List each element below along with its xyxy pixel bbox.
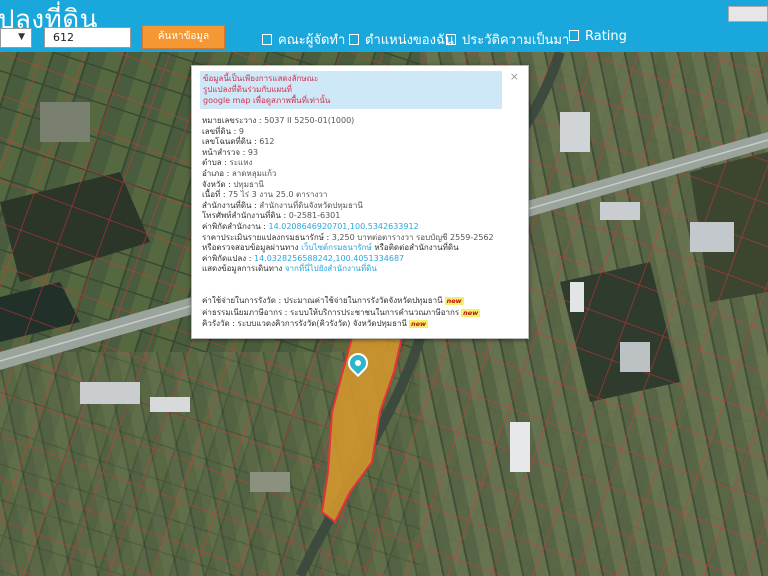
menu-item-history[interactable]: ประวัติความเป็นมา [446, 29, 569, 50]
menu-item-label: ตำแหน่งของฉัน [365, 33, 454, 48]
parcel-info-popup: × ข้อมูลนี้เป็นเพียงการแสดงลักษณะ รูปแปล… [191, 65, 529, 339]
parcel-details: หมายเลขระวาง : 5037 II 5250-01(1000) เลข… [202, 116, 522, 275]
checkbox-icon [446, 34, 456, 45]
menu-item-label: คณะผู้จัดทำ [278, 33, 346, 48]
field-deed-no: เลขโฉนดที่ดิน : 612 [202, 137, 275, 147]
notice-line: รูปแปลงที่ดินร่วมกับแผนที่ [203, 85, 292, 94]
top-bar: ปลงที่ดิน ▼ 612 ค้นหาข้อมูล คณะผู้จัดทำ … [0, 0, 768, 52]
disclaimer-notice: ข้อมูลนี้เป็นเพียงการแสดงลักษณะ รูปแปลงท… [200, 71, 502, 109]
parcel-coords-link[interactable]: 14.0328256588242,100.4051334687 [254, 254, 404, 263]
survey-queue-link[interactable]: ระบบแวดงคิวการรังวัด(คิวรังวัด) จังหวัดป… [238, 319, 407, 328]
field-land-no: เลขที่ดิน : 9 [202, 126, 244, 136]
tax-fee-link[interactable]: ระบบให้บริการประชาชนในการคำนวณภาษีอากร [290, 308, 459, 317]
new-badge: new [408, 320, 428, 328]
menu-item-label: Rating [585, 29, 627, 44]
field-appraisal: ราคาประเมินรายแปลงกรมธนารักษ์ : 3,250 บา… [202, 232, 494, 242]
link-row-tax-fee: ค่าธรรมเนียมภาษีอากร : ระบบให้บริการประช… [202, 307, 481, 317]
notice-line: ข้อมูลนี้เป็นเพียงการแสดงลักษณะ [203, 74, 319, 83]
field-survey-page: หน้าสำรวจ : 93 [202, 147, 259, 157]
link-row-survey-cost: ค่าใช้จ่ายในการรังวัด : ประมาณค่าใช้จ่าย… [202, 296, 464, 305]
menu-item-my-location[interactable]: ตำแหน่งของฉัน [349, 29, 454, 50]
checkbox-icon [349, 34, 359, 45]
new-badge: new [461, 308, 481, 317]
survey-cost-link[interactable]: ประมาณค่าใช้จ่ายในการรังวัดจังหวัดปทุมธา… [284, 296, 443, 305]
new-badge: new [444, 297, 464, 305]
field-subdistrict: ตำบล : ระแหง [202, 158, 253, 168]
checkbox-icon [262, 34, 272, 45]
field-parcel-coords: ค่าพิกัดแปลง : 14.0328256588242,100.4051… [202, 253, 405, 263]
notice-line: google map เพื่อดูสภาพพื้นที่เท่านั้น [203, 96, 331, 105]
close-icon[interactable]: × [510, 70, 519, 83]
field-office-coords: ค่าพิกัดสำนักงาน : 14.0208646920701,100.… [202, 221, 419, 231]
menu-item-team[interactable]: คณะผู้จัดทำ [262, 29, 345, 50]
province-select[interactable]: ▼ [0, 28, 32, 48]
office-coords-link[interactable]: 14.0208646920701,100.5342633912 [269, 222, 419, 231]
parcel-number-input[interactable]: 612 [44, 27, 131, 48]
menu-item-label: ประวัติความเป็นมา [462, 33, 570, 48]
field-directions: แสดงข้อมูลการเดินทาง จากที่นี่ไปยังสำนัก… [202, 264, 377, 274]
field-land-office: สำนักงานที่ดิน : สำนักงานที่ดินจังหวัดปท… [202, 200, 363, 210]
search-button[interactable]: ค้นหาข้อมูล [142, 25, 225, 49]
field-area: เนื้อที่ : 75 ไร่ 3 งาน 25.0 ตารางวา [202, 190, 328, 200]
corner-button[interactable] [728, 6, 768, 22]
link-row-survey-queue: คิวรังวัด : ระบบแวดงคิวการรังวัด(คิวรังว… [202, 319, 428, 328]
treasury-website-link[interactable]: เว็บไซต์กรมธนารักษ์ [301, 243, 372, 252]
field-map-sheet: หมายเลขระวาง : 5037 II 5250-01(1000) [202, 116, 355, 125]
field-appraisal-check: หรือตรวจสอบข้อมูลผ่านทาง เว็บไซต์กรมธนาร… [202, 243, 459, 253]
service-links: ค่าใช้จ่ายในการรังวัด : ประมาณค่าใช้จ่าย… [202, 295, 522, 330]
field-province: จังหวัด : ปทุมธานี [202, 179, 264, 189]
menu-item-rating[interactable]: Rating [569, 29, 627, 44]
chevron-down-icon: ▼ [18, 32, 25, 42]
field-office-phone: โทรศัพท์สำนักงานที่ดิน : 0-2581-6301 [202, 211, 341, 221]
directions-link[interactable]: จากที่นี่ไปยังสำนักงานที่ดิน [285, 264, 377, 273]
checkbox-icon [569, 30, 579, 41]
field-district: อำเภอ : ลาดหลุมแก้ว [202, 168, 277, 178]
